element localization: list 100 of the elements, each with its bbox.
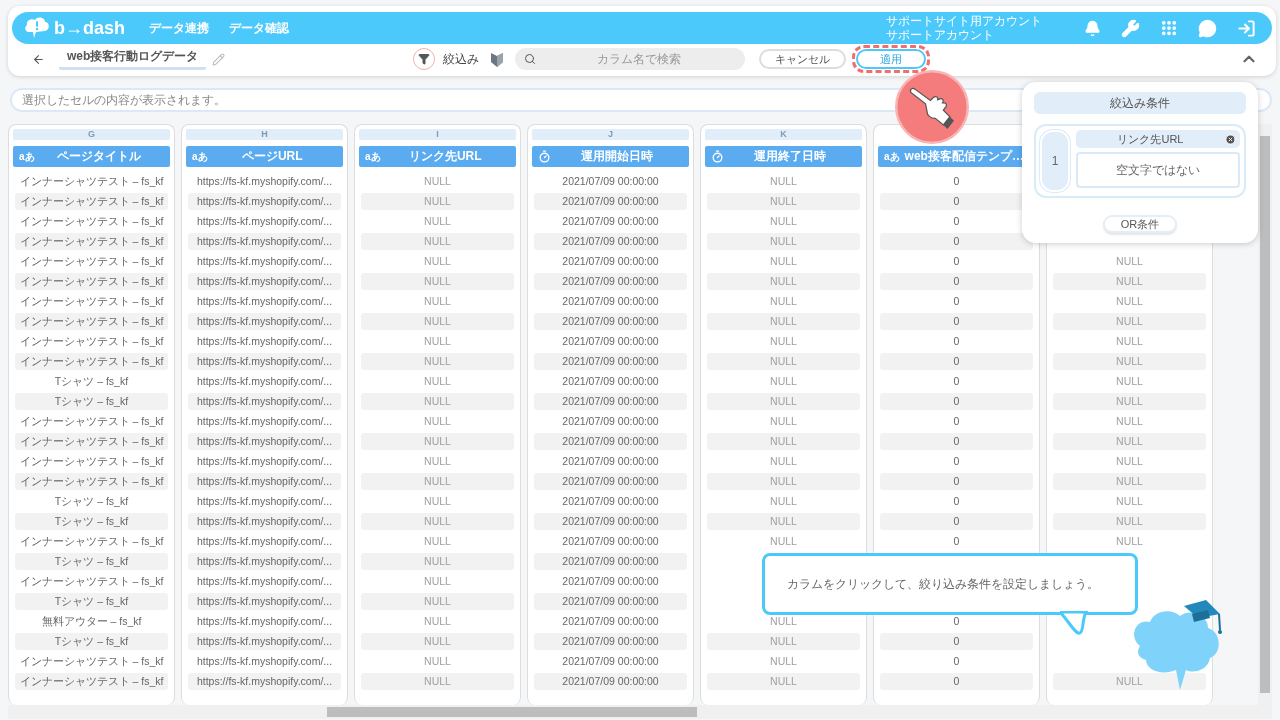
table-cell[interactable]: https://fs-kf.myshopify.com/... bbox=[188, 212, 341, 230]
table-cell[interactable]: 0 bbox=[880, 672, 1033, 690]
table-cell[interactable]: https://fs-kf.myshopify.com/... bbox=[188, 332, 341, 350]
table-cell[interactable]: https://fs-kf.myshopify.com/... bbox=[188, 372, 341, 390]
table-cell[interactable]: 0 bbox=[880, 232, 1033, 250]
condition-column[interactable]: リンク先URL bbox=[1076, 130, 1240, 148]
table-cell[interactable]: 2021/07/09 00:00:00 bbox=[534, 672, 687, 690]
table-cell[interactable]: インナーシャツテスト – fs_kf bbox=[15, 672, 168, 690]
table-cell[interactable]: https://fs-kf.myshopify.com/... bbox=[188, 552, 341, 570]
table-cell[interactable]: 0 bbox=[880, 312, 1033, 330]
table-cell[interactable]: インナーシャツテスト – fs_kf bbox=[15, 272, 168, 290]
table-cell[interactable]: https://fs-kf.myshopify.com/... bbox=[188, 612, 341, 630]
table-cell[interactable]: 0 bbox=[880, 332, 1033, 350]
or-condition-button[interactable]: OR条件 bbox=[1102, 215, 1178, 233]
table-cell[interactable]: インナーシャツテスト – fs_kf bbox=[15, 292, 168, 310]
table-cell[interactable]: Tシャツ – fs_kf bbox=[15, 372, 168, 390]
table-cell[interactable]: 2021/07/09 00:00:00 bbox=[534, 592, 687, 610]
logout-icon[interactable] bbox=[1237, 18, 1256, 38]
table-cell[interactable]: 0 bbox=[880, 412, 1033, 430]
table-cell[interactable]: 2021/07/09 00:00:00 bbox=[534, 552, 687, 570]
grid-icon[interactable] bbox=[1160, 19, 1178, 37]
table-cell[interactable]: 0 bbox=[880, 472, 1033, 490]
table-cell[interactable]: インナーシャツテスト – fs_kf bbox=[15, 572, 168, 590]
pencil-icon[interactable] bbox=[212, 52, 226, 66]
table-cell[interactable]: インナーシャツテスト – fs_kf bbox=[15, 172, 168, 190]
table-cell[interactable]: https://fs-kf.myshopify.com/... bbox=[188, 432, 341, 450]
table-cell[interactable]: https://fs-kf.myshopify.com/... bbox=[188, 472, 341, 490]
search-field[interactable]: カラム名で検索 bbox=[515, 48, 746, 70]
table-cell[interactable]: 0 bbox=[880, 432, 1033, 450]
table-cell[interactable]: https://fs-kf.myshopify.com/... bbox=[188, 572, 341, 590]
table-cell[interactable]: https://fs-kf.myshopify.com/... bbox=[188, 532, 341, 550]
table-cell[interactable]: インナーシャツテスト – fs_kf bbox=[15, 212, 168, 230]
table-cell[interactable]: 2021/07/09 00:00:00 bbox=[534, 312, 687, 330]
table-cell[interactable]: https://fs-kf.myshopify.com/... bbox=[188, 632, 341, 650]
table-cell[interactable]: 2021/07/09 00:00:00 bbox=[534, 292, 687, 310]
table-cell[interactable]: 0 bbox=[880, 632, 1033, 650]
table-cell[interactable]: インナーシャツテスト – fs_kf bbox=[15, 352, 168, 370]
table-cell[interactable]: 2021/07/09 00:00:00 bbox=[534, 232, 687, 250]
table-cell[interactable]: https://fs-kf.myshopify.com/... bbox=[188, 412, 341, 430]
table-cell[interactable]: 2021/07/09 00:00:00 bbox=[534, 252, 687, 270]
table-cell[interactable]: インナーシャツテスト – fs_kf bbox=[15, 532, 168, 550]
table-cell[interactable]: 2021/07/09 00:00:00 bbox=[534, 392, 687, 410]
table-cell[interactable]: https://fs-kf.myshopify.com/... bbox=[188, 292, 341, 310]
horizontal-scrollbar[interactable] bbox=[8, 705, 1272, 719]
wrench-icon[interactable] bbox=[1121, 18, 1140, 38]
table-cell[interactable]: 2021/07/09 00:00:00 bbox=[534, 452, 687, 470]
table-cell[interactable]: https://fs-kf.myshopify.com/... bbox=[188, 452, 341, 470]
bell-icon[interactable] bbox=[1084, 19, 1101, 37]
table-cell[interactable]: インナーシャツテスト – fs_kf bbox=[15, 252, 168, 270]
table-cell[interactable]: 2021/07/09 00:00:00 bbox=[534, 532, 687, 550]
table-cell[interactable]: 2021/07/09 00:00:00 bbox=[534, 332, 687, 350]
table-cell[interactable]: 0 bbox=[880, 392, 1033, 410]
table-cell[interactable]: 2021/07/09 00:00:00 bbox=[534, 272, 687, 290]
table-cell[interactable]: 2021/07/09 00:00:00 bbox=[534, 572, 687, 590]
table-cell[interactable]: https://fs-kf.myshopify.com/... bbox=[188, 172, 341, 190]
table-cell[interactable]: https://fs-kf.myshopify.com/... bbox=[188, 252, 341, 270]
shield-icon[interactable] bbox=[491, 51, 504, 67]
table-cell[interactable]: 0 bbox=[880, 352, 1033, 370]
table-cell[interactable]: 2021/07/09 00:00:00 bbox=[534, 412, 687, 430]
table-cell[interactable]: インナーシャツテスト – fs_kf bbox=[15, 192, 168, 210]
table-cell[interactable]: https://fs-kf.myshopify.com/... bbox=[188, 352, 341, 370]
table-cell[interactable]: インナーシャツテスト – fs_kf bbox=[15, 452, 168, 470]
table-cell[interactable]: インナーシャツテスト – fs_kf bbox=[15, 652, 168, 670]
chat-icon[interactable] bbox=[1198, 18, 1217, 38]
table-cell[interactable]: https://fs-kf.myshopify.com/... bbox=[188, 312, 341, 330]
table-cell[interactable]: 2021/07/09 00:00:00 bbox=[534, 372, 687, 390]
table-cell[interactable]: 0 bbox=[880, 652, 1033, 670]
cancel-button[interactable]: キャンセル bbox=[759, 49, 847, 69]
apply-button[interactable]: 適用 bbox=[856, 49, 927, 69]
table-cell[interactable]: 2021/07/09 00:00:00 bbox=[534, 172, 687, 190]
table-cell[interactable]: Tシャツ – fs_kf bbox=[15, 632, 168, 650]
table-cell[interactable]: 無料アウター – fs_kf bbox=[15, 612, 168, 630]
table-cell[interactable]: 2021/07/09 00:00:00 bbox=[534, 352, 687, 370]
table-cell[interactable]: https://fs-kf.myshopify.com/... bbox=[188, 492, 341, 510]
table-cell[interactable]: Tシャツ – fs_kf bbox=[15, 492, 168, 510]
table-cell[interactable]: https://fs-kf.myshopify.com/... bbox=[188, 512, 341, 530]
table-cell[interactable]: 2021/07/09 00:00:00 bbox=[534, 652, 687, 670]
table-cell[interactable]: インナーシャツテスト – fs_kf bbox=[15, 472, 168, 490]
table-cell[interactable]: 0 bbox=[880, 292, 1033, 310]
table-cell[interactable]: 0 bbox=[880, 252, 1033, 270]
table-cell[interactable]: 0 bbox=[880, 612, 1033, 630]
table-cell[interactable]: インナーシャツテスト – fs_kf bbox=[15, 332, 168, 350]
table-cell[interactable]: Tシャツ – fs_kf bbox=[15, 592, 168, 610]
table-cell[interactable]: https://fs-kf.myshopify.com/... bbox=[188, 592, 341, 610]
table-cell[interactable]: 2021/07/09 00:00:00 bbox=[534, 512, 687, 530]
table-cell[interactable]: 2021/07/09 00:00:00 bbox=[534, 192, 687, 210]
table-cell[interactable]: 2021/07/09 00:00:00 bbox=[534, 212, 687, 230]
table-cell[interactable]: Tシャツ – fs_kf bbox=[15, 552, 168, 570]
table-cell[interactable]: https://fs-kf.myshopify.com/... bbox=[188, 272, 341, 290]
table-cell[interactable]: https://fs-kf.myshopify.com/... bbox=[188, 232, 341, 250]
table-cell[interactable]: 0 bbox=[880, 492, 1033, 510]
vertical-scrollbar[interactable] bbox=[1258, 124, 1272, 705]
table-cell[interactable]: https://fs-kf.myshopify.com/... bbox=[188, 652, 341, 670]
back-icon[interactable] bbox=[32, 52, 45, 66]
table-cell[interactable]: インナーシャツテスト – fs_kf bbox=[15, 432, 168, 450]
table-cell[interactable]: 2021/07/09 00:00:00 bbox=[534, 472, 687, 490]
table-cell[interactable]: インナーシャツテスト – fs_kf bbox=[15, 232, 168, 250]
table-cell[interactable]: 0 bbox=[880, 372, 1033, 390]
table-cell[interactable]: https://fs-kf.myshopify.com/... bbox=[188, 392, 341, 410]
filter-icon[interactable] bbox=[413, 48, 436, 70]
